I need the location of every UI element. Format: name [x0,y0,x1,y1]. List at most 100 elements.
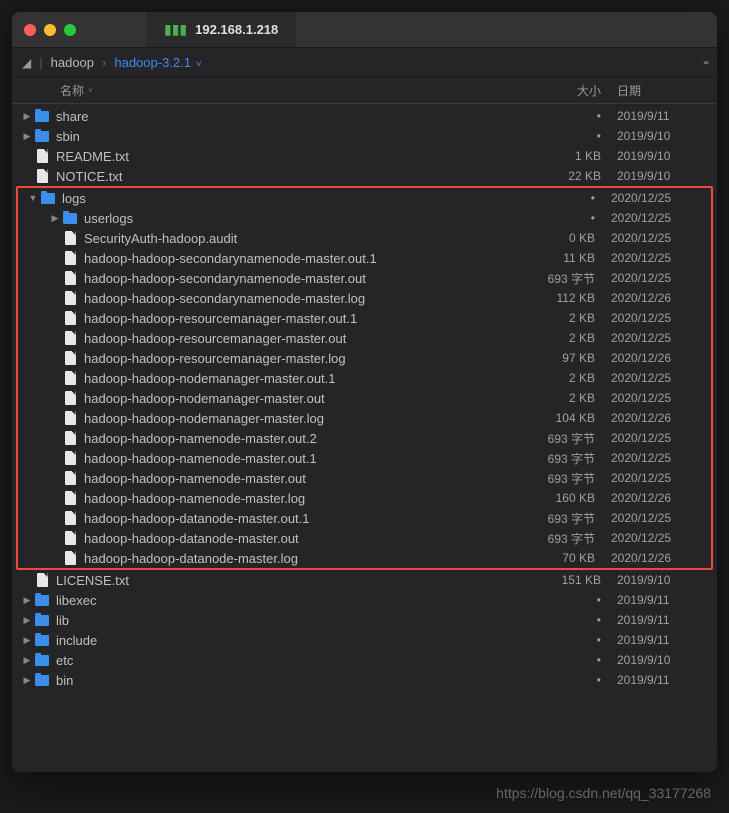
item-name: hadoop-hadoop-resourcemanager-master.out [84,331,521,346]
item-size: 693 字节 [521,450,611,467]
close-button[interactable] [24,24,36,36]
item-size: 2 KB [521,331,611,345]
file-row[interactable]: hadoop-hadoop-namenode-master.log160 KB2… [18,488,711,508]
separator: | [39,55,42,70]
item-size: • [521,191,611,205]
folder-row[interactable]: ▶userlogs•2020/12/25 [18,208,711,228]
disclosure-triangle[interactable]: ▶ [20,111,34,122]
folder-row[interactable]: ▶include•2019/9/11 [12,630,717,650]
disclosure-triangle[interactable]: ▶ [48,213,62,224]
disclosure-triangle[interactable]: ▶ [20,595,34,606]
item-name: hadoop-hadoop-namenode-master.log [84,491,521,506]
item-size: 22 KB [527,169,617,183]
item-name: LICENSE.txt [56,573,527,588]
file-row[interactable]: hadoop-hadoop-nodemanager-master.out.12 … [18,368,711,388]
item-name: hadoop-hadoop-nodemanager-master.log [84,411,521,426]
item-name: hadoop-hadoop-datanode-master.out [84,531,521,546]
disclosure-triangle[interactable]: ▶ [20,635,34,646]
file-row[interactable]: hadoop-hadoop-resourcemanager-master.out… [18,308,711,328]
folder-icon [34,128,50,144]
item-name: hadoop-hadoop-secondarynamenode-master.l… [84,291,521,306]
item-size: 104 KB [521,411,611,425]
disclosure-triangle[interactable]: ▼ [26,193,40,203]
item-name: hadoop-hadoop-datanode-master.out.1 [84,511,521,526]
file-row[interactable]: LICENSE.txt151 KB2019/9/10 [12,570,717,590]
item-size: 0 KB [521,231,611,245]
folder-row[interactable]: ▶etc•2019/9/10 [12,650,717,670]
item-size: • [527,653,617,667]
breadcrumb-current[interactable]: hadoop-3.2.1 ˅ [114,55,201,70]
file-icon [34,572,50,588]
item-size: 693 字节 [521,430,611,447]
folder-row[interactable]: ▶sbin•2019/9/10 [12,126,717,146]
disclosure-triangle[interactable]: ▶ [20,655,34,666]
item-size: 160 KB [521,491,611,505]
item-name: hadoop-hadoop-resourcemanager-master.out… [84,311,521,326]
item-date: 2020/12/25 [611,211,711,225]
file-row[interactable]: hadoop-hadoop-secondarynamenode-master.o… [18,268,711,288]
file-row[interactable]: README.txt1 KB2019/9/10 [12,146,717,166]
item-size: • [521,211,611,225]
folder-row[interactable]: ▶libexec•2019/9/11 [12,590,717,610]
header-date[interactable]: 日期 [617,82,717,99]
connection-tab[interactable]: ▮▮▮ 192.168.1.218 [146,12,296,47]
maximize-button[interactable] [64,24,76,36]
item-size: • [527,633,617,647]
highlight-box: ▼logs•2020/12/25▶userlogs•2020/12/25Secu… [16,186,713,570]
tab-host-label: 192.168.1.218 [195,22,278,37]
breadcrumb-parent[interactable]: hadoop [51,55,94,70]
file-row[interactable]: hadoop-hadoop-namenode-master.out693 字节2… [18,468,711,488]
file-row[interactable]: hadoop-hadoop-resourcemanager-master.log… [18,348,711,368]
watermark: https://blog.csdn.net/qq_33177268 [496,785,711,801]
item-date: 2020/12/26 [611,411,711,425]
minimize-button[interactable] [44,24,56,36]
file-list[interactable]: ▶share•2019/9/11▶sbin•2019/9/10README.tx… [12,104,717,772]
item-name: hadoop-hadoop-datanode-master.log [84,551,521,566]
item-size: 693 字节 [521,510,611,527]
file-row[interactable]: hadoop-hadoop-datanode-master.out.1693 字… [18,508,711,528]
file-row[interactable]: hadoop-hadoop-resourcemanager-master.out… [18,328,711,348]
item-name: etc [56,653,527,668]
file-row[interactable]: hadoop-hadoop-datanode-master.log70 KB20… [18,548,711,568]
item-name: include [56,633,527,648]
file-icon [62,270,78,286]
item-date: 2020/12/25 [611,271,711,285]
item-name: lib [56,613,527,628]
chevron-down-icon: ˅ [193,59,202,70]
file-row[interactable]: hadoop-hadoop-secondarynamenode-master.l… [18,288,711,308]
file-row[interactable]: hadoop-hadoop-namenode-master.out.1693 字… [18,448,711,468]
item-name: hadoop-hadoop-namenode-master.out [84,471,521,486]
disclosure-triangle[interactable]: ▶ [20,675,34,686]
file-row[interactable]: hadoop-hadoop-nodemanager-master.log104 … [18,408,711,428]
item-size: 112 KB [521,291,611,305]
file-row[interactable]: hadoop-hadoop-nodemanager-master.out2 KB… [18,388,711,408]
item-date: 2020/12/26 [611,291,711,305]
folder-row[interactable]: ▶share•2019/9/11 [12,106,717,126]
file-icon [62,450,78,466]
item-name: sbin [56,129,527,144]
folder-row[interactable]: ▶bin•2019/9/11 [12,670,717,690]
file-row[interactable]: hadoop-hadoop-namenode-master.out.2693 字… [18,428,711,448]
item-size: • [527,129,617,143]
view-mode-icon[interactable]: ▪▪ [703,57,707,69]
back-icon[interactable]: ◢ [22,56,31,70]
folder-row[interactable]: ▶lib•2019/9/11 [12,610,717,630]
file-row[interactable]: hadoop-hadoop-secondarynamenode-master.o… [18,248,711,268]
disclosure-triangle[interactable]: ▶ [20,131,34,142]
titlebar[interactable]: ▮▮▮ 192.168.1.218 [12,12,717,48]
item-name: logs [62,191,521,206]
header-name[interactable]: 名称˅ [60,82,527,99]
item-size: 97 KB [521,351,611,365]
file-icon [62,290,78,306]
item-size: 2 KB [521,311,611,325]
breadcrumb-separator: › [102,55,106,70]
file-row[interactable]: hadoop-hadoop-datanode-master.out693 字节2… [18,528,711,548]
file-row[interactable]: SecurityAuth-hadoop.audit0 KB2020/12/25 [18,228,711,248]
file-icon [62,410,78,426]
header-size[interactable]: 大小 [527,82,617,99]
file-row[interactable]: NOTICE.txt22 KB2019/9/10 [12,166,717,186]
item-name: hadoop-hadoop-nodemanager-master.out.1 [84,371,521,386]
folder-icon [34,672,50,688]
folder-row[interactable]: ▼logs•2020/12/25 [18,188,711,208]
disclosure-triangle[interactable]: ▶ [20,615,34,626]
